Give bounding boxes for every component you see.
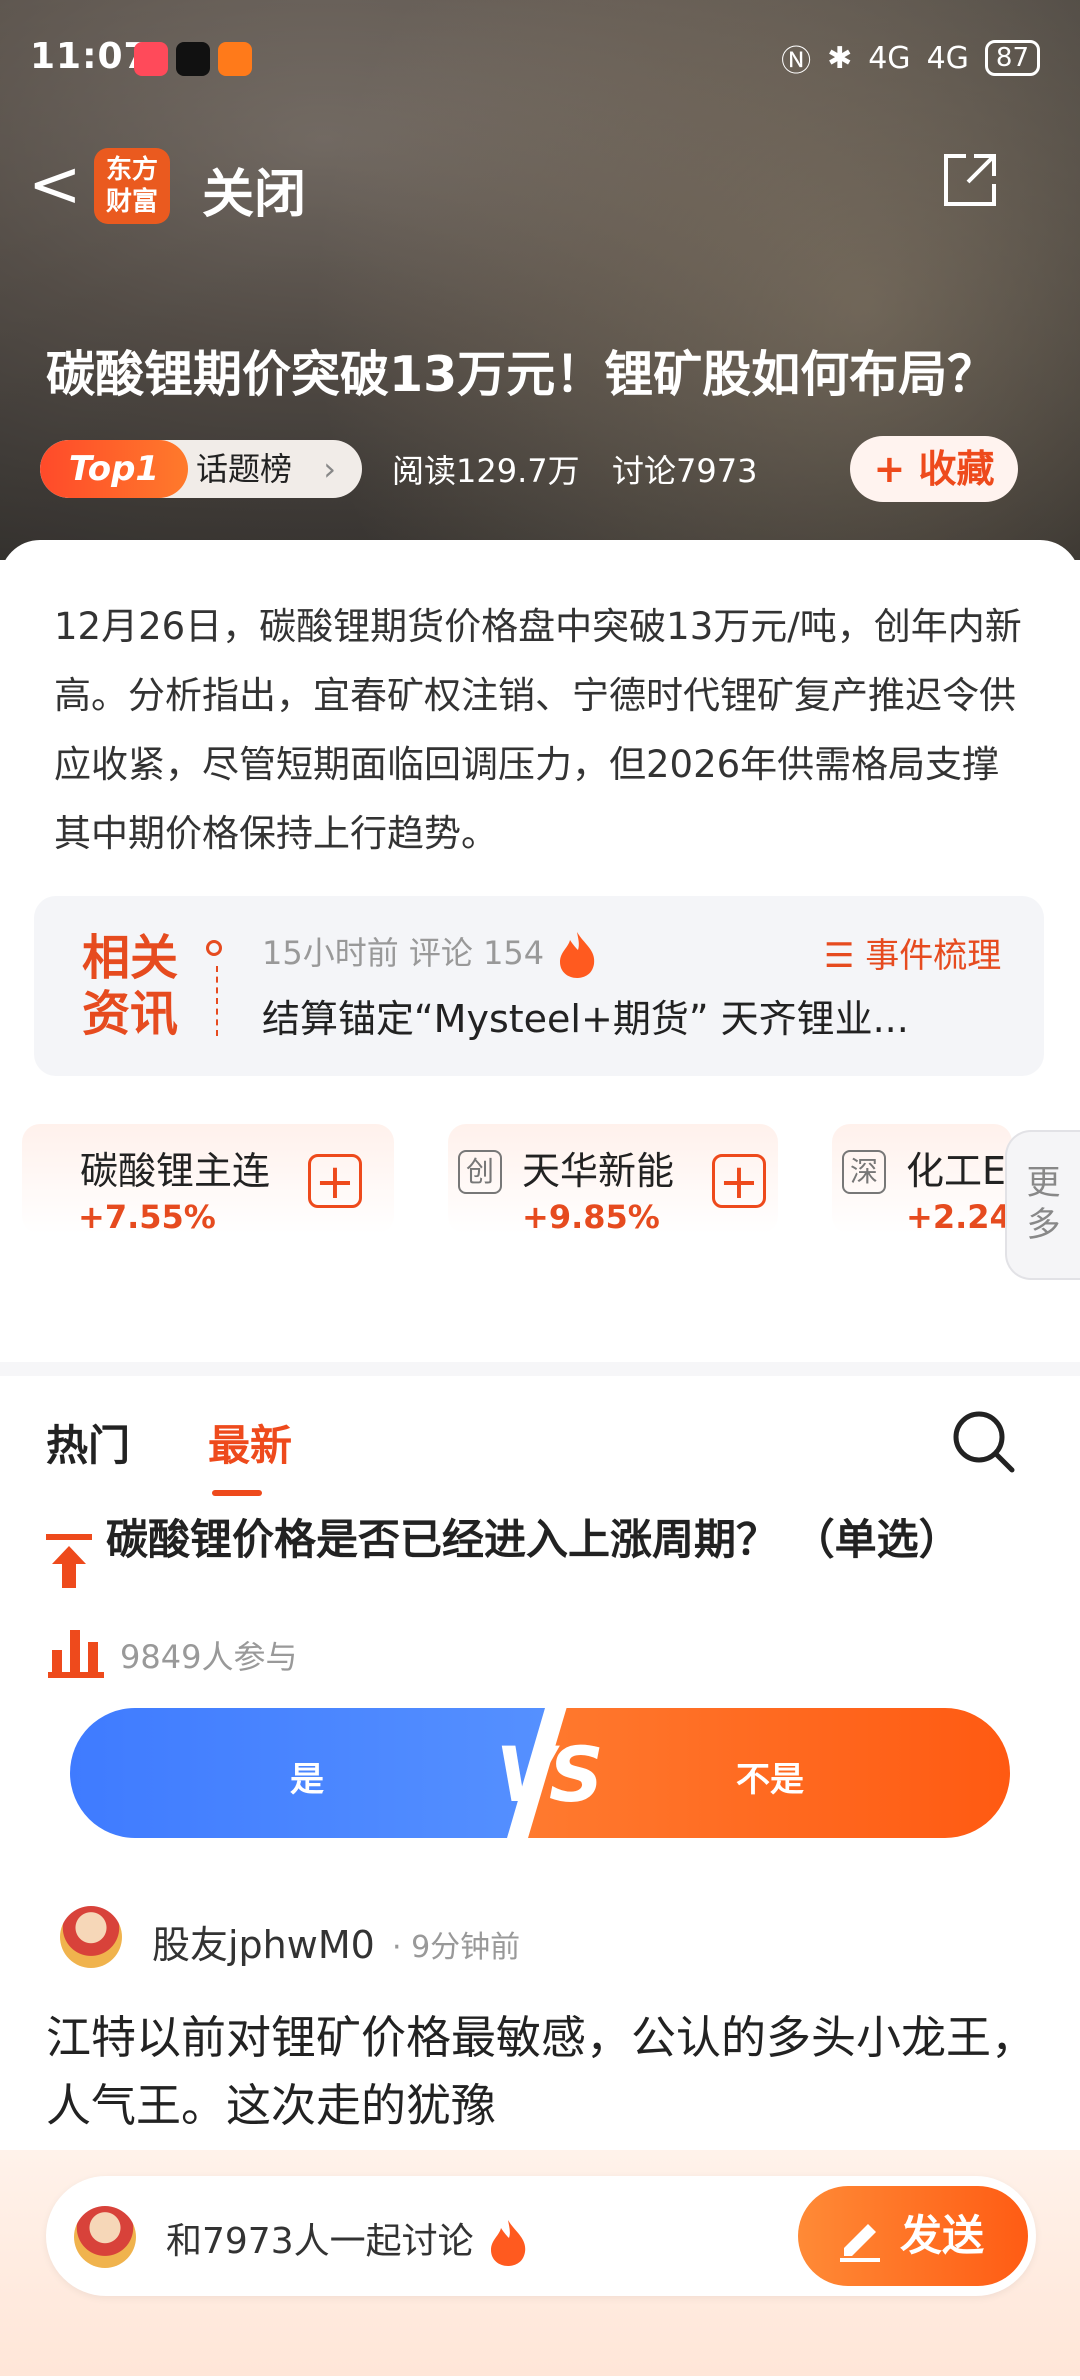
news-meta-text: 15小时前 评论 154 bbox=[262, 934, 545, 972]
poll-arrow-icon bbox=[46, 1534, 92, 1588]
page-title: 碳酸锂期价突破13万元！锂矿股如何布局？ bbox=[46, 346, 997, 403]
section-divider bbox=[0, 1362, 1080, 1376]
active-tab-underline bbox=[212, 1490, 262, 1496]
search-icon bbox=[953, 1411, 1015, 1473]
back-arrow-icon: < bbox=[28, 148, 82, 222]
read-count: 阅读129.7万 bbox=[392, 452, 580, 490]
market-badge-3: 深 bbox=[842, 1150, 886, 1194]
topic-summary: 12月26日，碳酸锂期货价格盘中突破13万元/吨，创年内新高。分析指出，宜春矿权… bbox=[54, 605, 1022, 855]
share-button[interactable] bbox=[940, 150, 1000, 210]
send-label: 发送 bbox=[899, 2211, 984, 2260]
fire-icon bbox=[560, 932, 595, 978]
favorite-button[interactable]: + 收藏 bbox=[850, 436, 1018, 502]
pencil-icon bbox=[840, 2224, 880, 2262]
stock-change-3: +2.24 bbox=[906, 1198, 1006, 1236]
comment-text[interactable]: 江特以前对锂矿价格最敏感，公认的多头小龙王，人气王。这次走的犹豫 bbox=[46, 2004, 1036, 2140]
poll-participants: 9849人参与 bbox=[120, 1638, 298, 1676]
battery-indicator: 87 bbox=[984, 40, 1040, 76]
search-button[interactable] bbox=[950, 1408, 1016, 1474]
back-button[interactable]: < bbox=[28, 150, 88, 220]
topic-label: 话题榜 bbox=[196, 450, 293, 488]
status-bar: 11:07 Ⓝ ✱ 4G 4G 87 bbox=[0, 0, 1080, 100]
fire-icon bbox=[491, 2220, 526, 2266]
top1-badge: Top1 bbox=[40, 440, 188, 498]
status-right: Ⓝ ✱ 4G 4G 87 bbox=[781, 36, 1040, 80]
topic-rank-button[interactable]: Top1 话题榜 › bbox=[40, 440, 362, 498]
tiktok-icon bbox=[176, 42, 210, 76]
chevron-right-icon: › bbox=[323, 450, 336, 488]
related-news-label-line1: 相关 bbox=[82, 930, 179, 986]
app-logo: 东方 财富 bbox=[94, 148, 170, 224]
close-button[interactable]: 关闭 bbox=[202, 152, 306, 227]
more-tab-line2: 多 bbox=[1026, 1205, 1061, 1245]
comment-user-name[interactable]: 股友jphwM0 bbox=[152, 1914, 375, 1969]
bluetooth-icon: ✱ bbox=[827, 40, 853, 76]
vs-badge: VS bbox=[496, 1730, 604, 1819]
stock-name-2: 天华新能 bbox=[522, 1149, 675, 1193]
comment-time: · 9分钟前 bbox=[392, 1930, 521, 1965]
stock-change-2: +9.85% bbox=[522, 1198, 660, 1236]
nfc-icon: Ⓝ bbox=[781, 44, 812, 79]
my-avatar bbox=[74, 2206, 136, 2268]
status-time: 11:07 bbox=[30, 36, 150, 77]
vote-yes-label: 是 bbox=[290, 1760, 324, 1800]
tab-latest[interactable]: 最新 bbox=[208, 1412, 292, 1473]
related-news-label: 相关 资讯 bbox=[82, 930, 192, 1042]
stock-change-1: +7.55% bbox=[78, 1198, 216, 1236]
stock-name-3: 化工E bbox=[906, 1149, 1006, 1193]
logo-line-1: 东方 bbox=[105, 155, 158, 185]
discussion-placeholder[interactable]: 和7973人一起讨论 bbox=[166, 2212, 531, 2268]
stock-name-1: 碳酸锂主连 bbox=[80, 1149, 271, 1193]
discussion-count: 讨论7973 bbox=[612, 452, 758, 490]
add-stock-button-1[interactable]: + bbox=[308, 1154, 362, 1208]
news-headline[interactable]: 结算锚定“Mysteel+期货” 天齐锂业... bbox=[262, 988, 942, 1043]
signal-2: 4G bbox=[926, 40, 969, 76]
poll-question: 碳酸锂价格是否已经进入上涨周期？ （单选） bbox=[106, 1515, 961, 1564]
related-news-label-line2: 资讯 bbox=[82, 986, 179, 1042]
news-meta: 15小时前 评论 154 bbox=[262, 928, 600, 980]
add-stock-button-2[interactable]: + bbox=[712, 1154, 766, 1208]
event-timeline-link[interactable]: ☰ 事件梳理 bbox=[824, 928, 1001, 977]
logo-line-2: 财富 bbox=[105, 187, 158, 217]
timeline-dot bbox=[206, 940, 222, 956]
discussion-placeholder-text: 和7973人一起讨论 bbox=[166, 2221, 474, 2262]
app-icon-1 bbox=[134, 42, 168, 76]
more-tab-line1: 更 bbox=[1026, 1163, 1061, 1203]
signal-1: 4G bbox=[868, 40, 911, 76]
timeline-line bbox=[216, 966, 220, 1036]
send-button[interactable]: 发送 bbox=[798, 2186, 1028, 2286]
share-icon bbox=[944, 154, 996, 206]
more-stocks-tab[interactable]: 更 多 bbox=[1005, 1130, 1080, 1280]
tab-hot[interactable]: 热门 bbox=[46, 1412, 130, 1473]
market-badge-2: 创 bbox=[458, 1150, 502, 1194]
vote-no-label: 不是 bbox=[736, 1760, 804, 1800]
bar-chart-icon bbox=[48, 1630, 104, 1678]
avatar[interactable] bbox=[60, 1906, 122, 1968]
app-icon-3 bbox=[218, 42, 252, 76]
